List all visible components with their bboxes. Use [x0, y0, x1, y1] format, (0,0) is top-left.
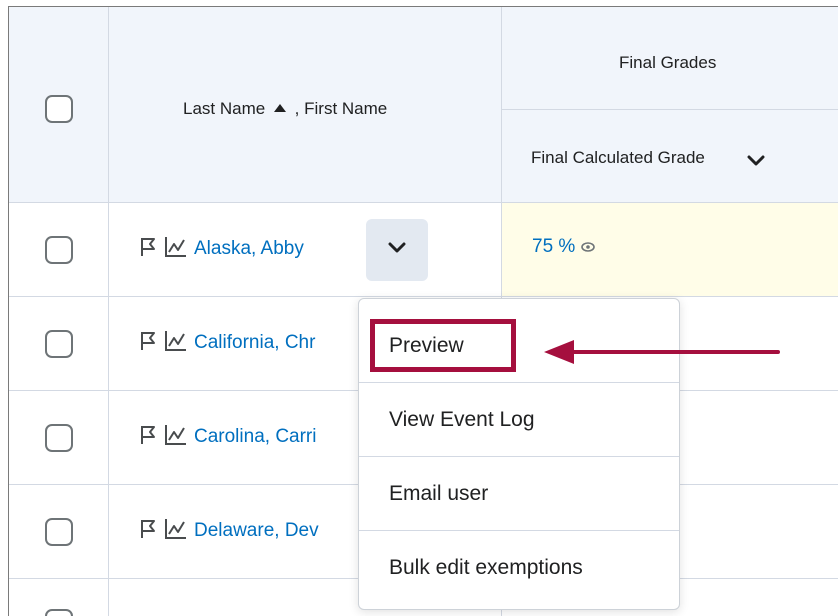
student-name-group: California, Chr	[140, 328, 315, 358]
final-grades-title: Final Grades	[619, 53, 717, 72]
eye-icon	[581, 242, 596, 252]
header-group-cell: Final Grades	[502, 7, 838, 110]
student-link[interactable]: California, Chr	[194, 332, 315, 354]
grades-chart-icon[interactable]	[164, 236, 188, 263]
row-grade-cell: 75 %	[502, 203, 838, 297]
menu-item-email-user[interactable]: Email user	[359, 457, 679, 530]
grades-chart-icon[interactable]	[164, 330, 188, 357]
grade-value[interactable]: 75 %	[532, 236, 596, 258]
row-select-cell	[9, 391, 109, 485]
row-select-cell	[9, 297, 109, 391]
flag-icon[interactable]	[140, 425, 158, 450]
row-checkbox[interactable]	[45, 236, 73, 264]
final-calculated-grade-header[interactable]: Final Calculated Grade	[531, 148, 705, 168]
chevron-down-icon	[388, 241, 406, 259]
row-name-cell: Alaska, Abby	[109, 203, 502, 297]
grade-text: 75 %	[532, 236, 576, 257]
grades-chart-icon[interactable]	[164, 424, 188, 451]
row-checkbox[interactable]	[45, 424, 73, 452]
caret-up-icon	[273, 97, 286, 117]
student-menu-button[interactable]	[366, 219, 428, 281]
first-name-label: , First Name	[294, 99, 388, 118]
row-checkbox[interactable]	[45, 518, 73, 546]
menu-item-view-event-log[interactable]: View Event Log	[359, 383, 679, 456]
student-link[interactable]: Carolina, Carri	[194, 426, 316, 448]
select-all-checkbox[interactable]	[45, 95, 73, 123]
last-name-label: Last Name	[183, 99, 266, 118]
row-checkbox[interactable]	[45, 330, 73, 358]
header-select-cell	[9, 7, 109, 203]
row-checkbox[interactable]	[45, 609, 73, 616]
row-select-cell	[9, 203, 109, 297]
grades-chart-icon[interactable]	[164, 518, 188, 545]
chevron-down-icon[interactable]	[747, 154, 765, 172]
student-name-group: Alaska, Abby	[140, 234, 304, 264]
row-select-cell	[9, 485, 109, 579]
header-grade-cell[interactable]: Final Calculated Grade	[502, 110, 838, 203]
student-link[interactable]: Delaware, Dev	[194, 520, 319, 542]
student-link[interactable]: Alaska, Abby	[194, 238, 304, 260]
flag-icon[interactable]	[140, 519, 158, 544]
annotation-arrow	[544, 340, 780, 364]
student-name-group: Delaware, Dev	[140, 516, 319, 546]
header-name-cell[interactable]: Last Name , First Name	[109, 7, 502, 203]
name-column-header[interactable]: Last Name , First Name	[183, 97, 387, 119]
student-name-group: Carolina, Carri	[140, 422, 316, 452]
row-select-cell	[9, 579, 109, 616]
flag-icon[interactable]	[140, 331, 158, 356]
menu-item-bulk-edit-exemptions[interactable]: Bulk edit exemptions	[359, 531, 679, 604]
flag-icon[interactable]	[140, 237, 158, 262]
